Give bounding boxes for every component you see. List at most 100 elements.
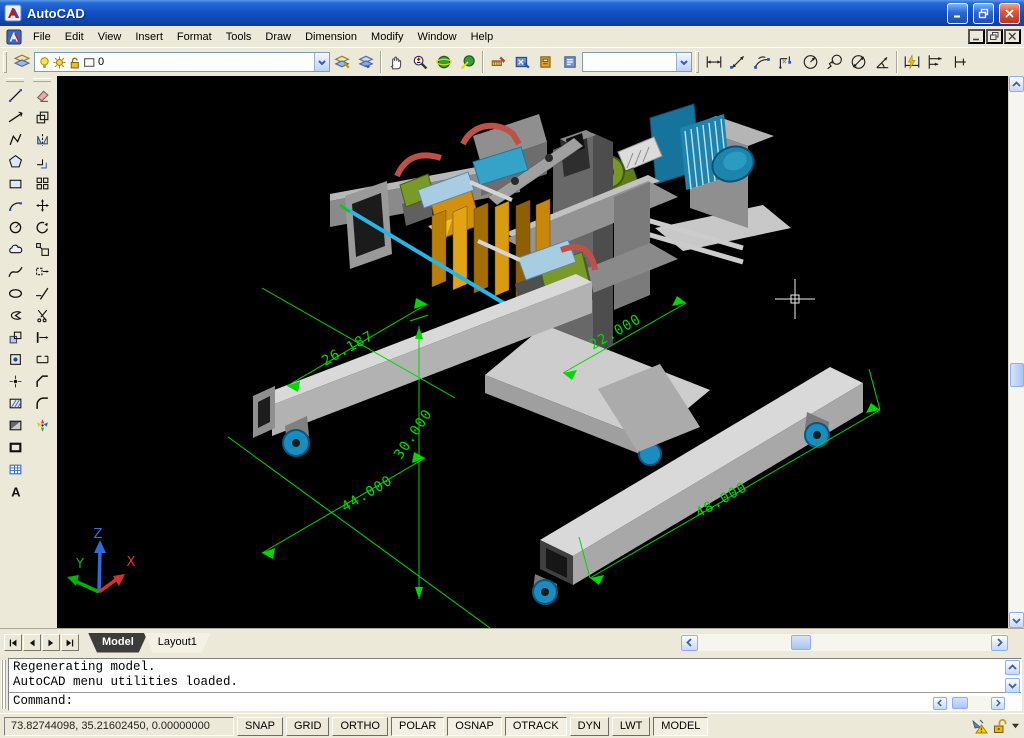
- menu-tools[interactable]: Tools: [219, 28, 259, 46]
- draw-hatch-button[interactable]: [3, 392, 27, 414]
- command-horizontal-scrollbar[interactable]: [933, 696, 1005, 710]
- command-window-grip[interactable]: [1, 660, 7, 709]
- toggle-grid[interactable]: GRID: [286, 717, 330, 736]
- tab-model[interactable]: Model: [88, 633, 148, 653]
- dim-baseline-button[interactable]: [924, 50, 948, 74]
- zoom-previous-button[interactable]: [456, 50, 480, 74]
- properties-button[interactable]: [486, 50, 510, 74]
- modify-break-button[interactable]: [30, 348, 54, 370]
- modify-mirror-button[interactable]: [30, 128, 54, 150]
- tray-menu-arrow-icon[interactable]: [1011, 722, 1020, 730]
- menu-window[interactable]: Window: [410, 28, 463, 46]
- draw-construction-line-button[interactable]: [3, 106, 27, 128]
- toggle-ortho[interactable]: ORTHO: [332, 717, 388, 736]
- draw-arc-button[interactable]: [3, 194, 27, 216]
- draw-polyline-button[interactable]: [3, 128, 27, 150]
- scroll-left-button[interactable]: [681, 635, 698, 651]
- toggle-snap[interactable]: SNAP: [237, 717, 283, 736]
- draw-table-button[interactable]: [3, 458, 27, 480]
- draw-gradient-button[interactable]: [3, 414, 27, 436]
- command-prompt[interactable]: Command:: [9, 693, 1021, 710]
- menu-insert[interactable]: Insert: [128, 28, 170, 46]
- modify-offset-button[interactable]: [30, 150, 54, 172]
- restore-button[interactable]: [973, 3, 994, 24]
- modify-trim-button[interactable]: [30, 304, 54, 326]
- command-history[interactable]: Regenerating model. AutoCAD menu utiliti…: [9, 659, 1021, 693]
- drawing-canvas[interactable]: 26.187 30.000 44.000 22.000 48.000 Z Y: [57, 76, 1008, 628]
- pan-button[interactable]: [384, 50, 408, 74]
- designcenter-button[interactable]: [510, 50, 534, 74]
- zoom-realtime-button[interactable]: [408, 50, 432, 74]
- dim-continue-button[interactable]: [948, 50, 972, 74]
- draw-mtext-button[interactable]: A: [3, 480, 27, 502]
- draw-polygon-button[interactable]: [3, 150, 27, 172]
- sheetset-manager-button[interactable]: [558, 50, 582, 74]
- canvas-vertical-scrollbar[interactable]: [1008, 76, 1024, 628]
- unlock-icon[interactable]: [992, 718, 1007, 734]
- canvas-horizontal-scrollbar[interactable]: [681, 634, 1008, 651]
- scroll-right-button[interactable]: [991, 635, 1008, 651]
- command-scroll-down-button[interactable]: [1005, 678, 1020, 693]
- modify-fillet-button[interactable]: [30, 392, 54, 414]
- menu-view[interactable]: View: [91, 28, 129, 46]
- make-object-layer-current-button[interactable]: [330, 50, 354, 74]
- dim-ordinate-button[interactable]: [774, 50, 798, 74]
- dim-radius-button[interactable]: [798, 50, 822, 74]
- style-combo[interactable]: [582, 52, 692, 72]
- draw-toolbar-grip[interactable]: [6, 78, 24, 82]
- layer-previous-button[interactable]: [354, 50, 378, 74]
- menu-modify[interactable]: Modify: [364, 28, 410, 46]
- tab-layout1[interactable]: Layout1: [144, 633, 211, 653]
- toggle-polar[interactable]: POLAR: [391, 717, 444, 736]
- style-combo-dropdown[interactable]: [676, 53, 691, 71]
- modify-copy-button[interactable]: [30, 106, 54, 128]
- modify-lengthen-button[interactable]: [30, 282, 54, 304]
- coordinate-readout[interactable]: 73.82744098, 35.21602450, 0.00000000: [4, 717, 234, 736]
- menu-help[interactable]: Help: [464, 28, 501, 46]
- modify-explode-button[interactable]: [30, 414, 54, 436]
- draw-point-button[interactable]: [3, 370, 27, 392]
- draw-revcloud-button[interactable]: [3, 238, 27, 260]
- quick-dimension-button[interactable]: [900, 50, 924, 74]
- draw-make-block-button[interactable]: [3, 348, 27, 370]
- draw-spline-button[interactable]: [3, 260, 27, 282]
- menu-draw[interactable]: Draw: [258, 28, 298, 46]
- scroll-up-button[interactable]: [1009, 76, 1024, 92]
- communication-center-icon[interactable]: [971, 718, 988, 734]
- toolbar-grip[interactable]: [3, 51, 7, 73]
- tab-next-button[interactable]: [42, 634, 60, 651]
- modify-move-button[interactable]: [30, 194, 54, 216]
- tool-palettes-button[interactable]: [534, 50, 558, 74]
- dim-angular-button[interactable]: [870, 50, 894, 74]
- close-button[interactable]: [999, 3, 1020, 24]
- dim-diameter-button[interactable]: [846, 50, 870, 74]
- modify-stretch-button[interactable]: [30, 260, 54, 282]
- modify-extend-button[interactable]: [30, 326, 54, 348]
- tab-previous-button[interactable]: [23, 634, 41, 651]
- command-scroll-up-button[interactable]: [1005, 660, 1020, 675]
- doc-restore-button[interactable]: [986, 29, 1003, 44]
- toggle-lwt[interactable]: LWT: [612, 717, 650, 736]
- draw-region-button[interactable]: [3, 436, 27, 458]
- toggle-model[interactable]: MODEL: [653, 717, 708, 736]
- dim-aligned-button[interactable]: [726, 50, 750, 74]
- modify-scale-button[interactable]: [30, 238, 54, 260]
- modify-toolbar-grip[interactable]: [33, 78, 51, 82]
- modify-erase-button[interactable]: [30, 84, 54, 106]
- dim-arc-length-button[interactable]: [750, 50, 774, 74]
- command-scroll-thumb[interactable]: [952, 697, 968, 709]
- menu-dimension[interactable]: Dimension: [298, 28, 364, 46]
- command-scroll-left-button[interactable]: [933, 697, 947, 710]
- draw-rectangle-button[interactable]: [3, 172, 27, 194]
- title-bar[interactable]: AutoCAD: [0, 0, 1024, 26]
- menu-file[interactable]: File: [26, 28, 58, 46]
- doc-close-button[interactable]: [1004, 29, 1021, 44]
- modify-array-button[interactable]: [30, 172, 54, 194]
- draw-line-button[interactable]: [3, 84, 27, 106]
- dim-linear-button[interactable]: [702, 50, 726, 74]
- command-text-area[interactable]: Regenerating model. AutoCAD menu utiliti…: [8, 658, 1022, 711]
- layer-combo[interactable]: 0: [34, 52, 330, 72]
- menu-format[interactable]: Format: [170, 28, 219, 46]
- toggle-otrack[interactable]: OTRACK: [505, 717, 567, 736]
- minimize-button[interactable]: [947, 3, 968, 24]
